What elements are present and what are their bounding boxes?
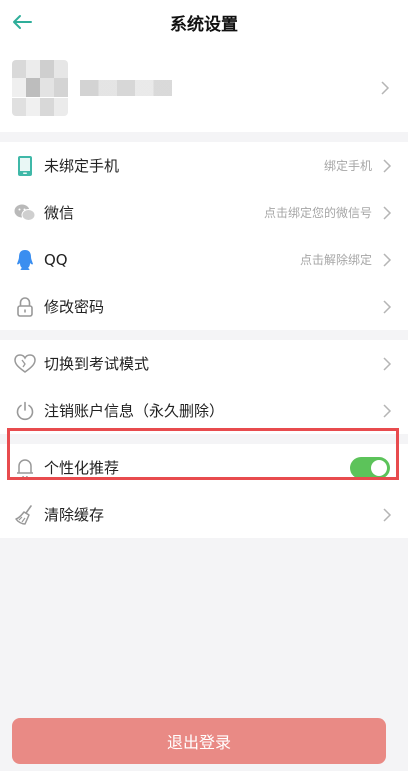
avatar [12,60,68,116]
mode-group: 切换到考试模式 注销账户信息（永久删除） [0,340,408,434]
arrow-left-icon [13,15,32,29]
exam-mode-row[interactable]: 切换到考试模式 [0,340,408,387]
row-label: 微信 [44,204,75,222]
personalized-recommendation-toggle[interactable] [350,456,390,479]
power-icon [14,400,36,422]
change-password-row[interactable]: 修改密码 [0,283,408,330]
chevron-right-icon [383,158,392,173]
logout-button[interactable]: 退出登录 [12,718,386,764]
chevron-right-icon [383,356,392,371]
row-label: 清除缓存 [44,506,105,524]
back-button[interactable] [6,6,38,38]
wechat-icon [14,202,36,224]
row-label: 修改密码 [44,298,105,316]
qq-icon [14,249,36,271]
username-blurred [80,80,172,96]
heart-icon [14,353,36,375]
lock-icon [14,296,36,318]
chevron-right-icon [383,403,392,418]
chevron-right-icon [383,205,392,220]
page-title: 系统设置 [170,14,238,35]
row-value: 点击解除绑定 [299,253,372,267]
header: 系统设置 [0,0,408,44]
chevron-right-icon [381,81,390,95]
chevron-right-icon [383,252,392,267]
chevron-right-icon [383,507,392,522]
row-label: 切换到考试模式 [44,355,150,373]
row-value: 绑定手机 [323,159,372,173]
account-group: 未绑定手机 绑定手机 微信 点击绑定您的微信号 QQ 点击解除绑定 修改密码 [0,142,408,330]
toggle-knob [371,459,387,476]
misc-group: 个性化推荐 清除缓存 [0,444,408,538]
profile-row[interactable] [0,44,408,132]
row-label: 个性化推荐 [44,459,120,477]
row-label: 未绑定手机 [44,157,120,175]
clear-cache-row[interactable]: 清除缓存 [0,491,408,538]
row-value: 点击绑定您的微信号 [263,206,372,220]
qq-row[interactable]: QQ 点击解除绑定 [0,236,408,283]
phone-icon [14,155,36,177]
delete-account-row[interactable]: 注销账户信息（永久删除） [0,387,408,434]
row-label: QQ [44,250,68,269]
wechat-row[interactable]: 微信 点击绑定您的微信号 [0,189,408,236]
broom-icon [14,504,36,526]
chevron-right-icon [383,299,392,314]
bind-phone-row[interactable]: 未绑定手机 绑定手机 [0,142,408,189]
row-label: 注销账户信息（永久删除） [44,402,225,420]
bell-icon [14,457,36,479]
personalized-recommendation-row: 个性化推荐 [0,444,408,491]
